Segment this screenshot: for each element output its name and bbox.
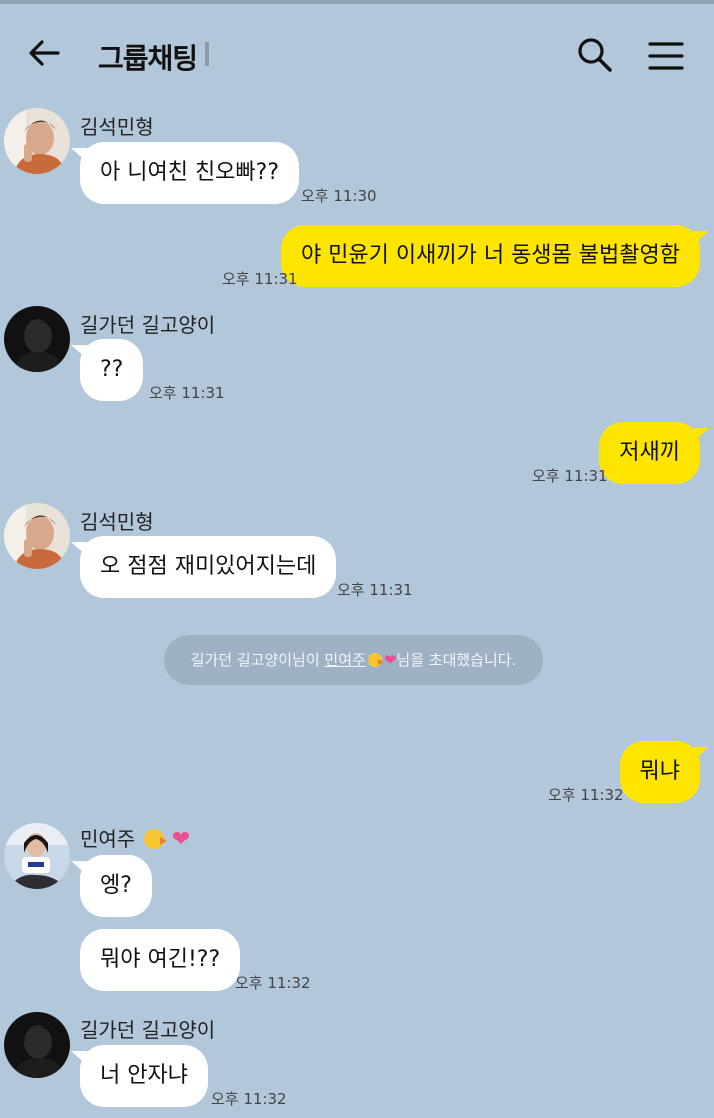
message-time: 오후 11:31 [222, 270, 298, 288]
chat-header: 그룹채팅 [0, 4, 714, 100]
my-message-bubble[interactable]: 야 민윤기 이새끼가 너 동생몸 불법촬영함 [280, 225, 710, 287]
message-time: 오후 11:32 [235, 974, 311, 992]
avatar-stray-cat[interactable] [4, 1012, 70, 1078]
my-message-bubble[interactable]: 뭐냐 [619, 741, 710, 803]
profile-photo [4, 1012, 70, 1078]
notice-suffix: 님을 초대했습니다. [396, 651, 517, 669]
heart-icon: ❤ [171, 827, 191, 852]
notice-invitee[interactable]: 민여주 ❤ [324, 651, 396, 669]
sender-name: 김석민형 [80, 510, 154, 534]
notice-inviter: 길가던 길고양이님이 [190, 651, 320, 669]
message-bubble[interactable]: 아 니여친 친오빠?? [70, 142, 300, 204]
my-message-bubble[interactable]: 저새끼 [599, 422, 709, 484]
hamburger-menu-icon [648, 42, 684, 70]
profile-photo [4, 503, 70, 569]
avatar-minyeoju[interactable] [4, 823, 70, 889]
avatar-kimseokmin[interactable] [4, 503, 70, 569]
search-button[interactable] [574, 34, 616, 76]
sender-name: 김석민형 [80, 115, 154, 139]
menu-button[interactable] [646, 36, 686, 76]
message-time: 오후 11:31 [337, 581, 413, 599]
back-button[interactable] [22, 30, 68, 76]
message-time: 오후 11:32 [548, 786, 624, 804]
message-bubble[interactable]: ?? [70, 339, 144, 401]
system-notice-invite: 길가던 길고양이님이 민여주 ❤님을 초대했습니다. [164, 635, 543, 685]
chick-icon [366, 651, 384, 668]
profile-photo [4, 306, 70, 372]
message-bubble[interactable]: 오 점점 재미있어지는데 [70, 536, 337, 598]
chick-icon [142, 828, 167, 850]
profile-photo [4, 823, 70, 889]
search-icon [578, 38, 612, 72]
chat-title: 그룹채팅 [98, 42, 198, 75]
message-time: 오후 11:32 [211, 1090, 287, 1108]
avatar-stray-cat[interactable] [4, 306, 70, 372]
sender-name: 민여주 ❤ [80, 827, 191, 852]
sender-name: 길가던 길고양이 [80, 1018, 216, 1042]
message-bubble[interactable]: 엥? [71, 855, 152, 917]
profile-photo [4, 108, 70, 174]
avatar-kimseokmin[interactable] [4, 108, 70, 174]
message-bubble[interactable]: 너 안자냐 [71, 1045, 208, 1107]
message-time: 오후 11:30 [301, 187, 377, 205]
message-time: 오후 11:31 [149, 384, 225, 402]
message-time: 오후 11:31 [532, 467, 608, 485]
arrow-left-icon [29, 40, 60, 66]
heart-icon: ❤ [383, 651, 397, 669]
sender-name: 길가던 길고양이 [80, 313, 216, 337]
message-bubble[interactable]: 뭐야 여긴!?? [80, 929, 241, 991]
member-count-marker [205, 42, 209, 66]
